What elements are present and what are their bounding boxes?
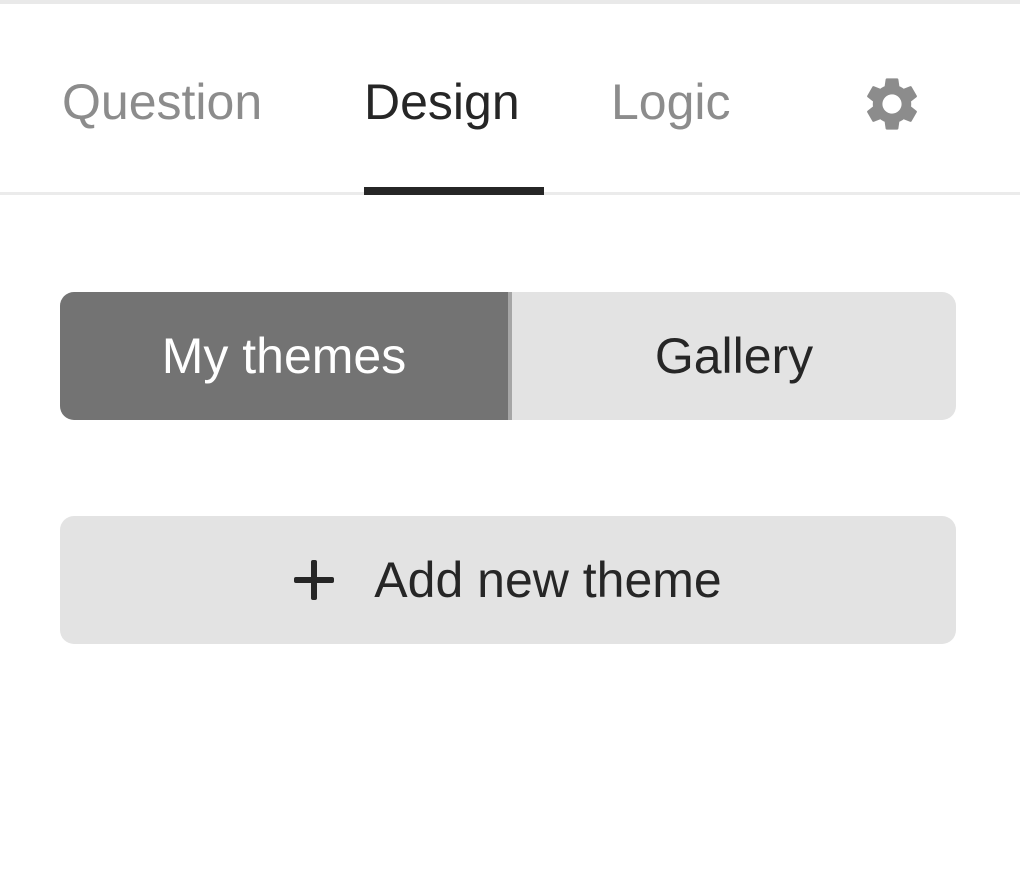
my-themes-segment[interactable]: My themes xyxy=(60,292,512,420)
tab-design[interactable]: Design xyxy=(364,70,520,134)
plus-icon xyxy=(294,560,335,600)
add-new-theme-button[interactable]: Add new theme xyxy=(60,516,956,644)
tab-bar: Question Design Logic xyxy=(0,4,1020,195)
gear-icon xyxy=(867,78,917,130)
design-panel: Question Design Logic My themes Gallery … xyxy=(0,0,1020,894)
tab-question[interactable]: Question xyxy=(62,70,262,134)
tab-logic[interactable]: Logic xyxy=(611,70,731,134)
gallery-segment[interactable]: Gallery xyxy=(512,292,956,420)
theme-source-toggle: My themes Gallery xyxy=(60,292,956,420)
settings-button[interactable] xyxy=(860,72,924,136)
add-new-theme-label: Add new theme xyxy=(374,552,722,608)
active-tab-indicator xyxy=(364,187,544,195)
